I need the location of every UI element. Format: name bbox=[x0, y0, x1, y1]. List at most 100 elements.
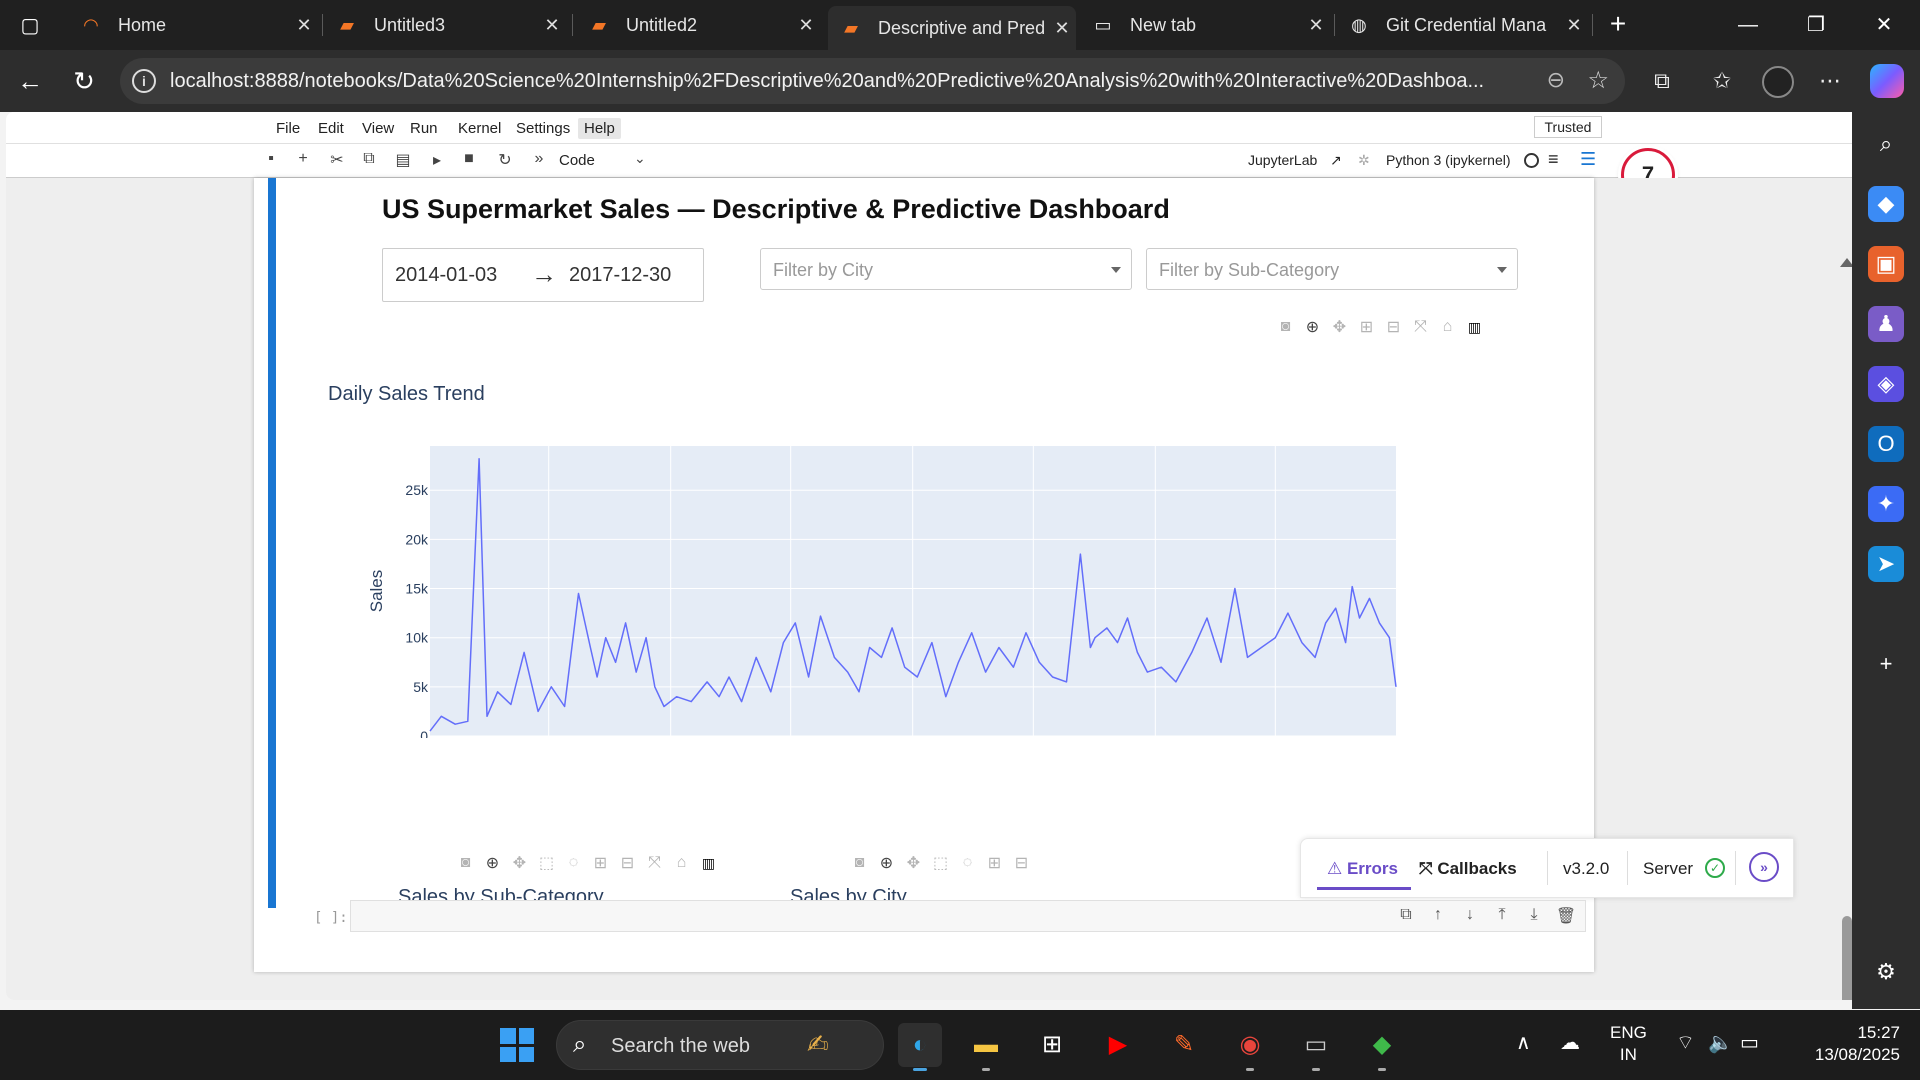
delete-cell-icon[interactable]: 🗑 bbox=[1554, 906, 1578, 926]
url-text[interactable]: localhost:8888/notebooks/Data%20Science%… bbox=[170, 70, 1640, 93]
fast-forward-icon[interactable]: » bbox=[528, 150, 550, 168]
menu-run[interactable]: Run bbox=[404, 118, 444, 139]
autoscale-icon[interactable]: ⤧ bbox=[1407, 318, 1434, 336]
input-language[interactable]: ENG IN bbox=[1610, 1022, 1647, 1066]
close-tab-icon[interactable]: ✕ bbox=[290, 15, 318, 36]
copilot-icon[interactable] bbox=[1870, 64, 1904, 98]
back-icon[interactable]: ← bbox=[12, 64, 48, 98]
pen-app-icon[interactable]: ✎ bbox=[1162, 1023, 1206, 1067]
favorites-icon[interactable]: ✩ bbox=[1704, 64, 1740, 98]
refresh-icon[interactable]: ↻ bbox=[66, 64, 102, 98]
start-date-input[interactable]: 2014-01-03 bbox=[395, 264, 497, 287]
zoom-in-icon[interactable]: ⊞ bbox=[587, 853, 614, 873]
zoom-icon[interactable]: ⊕ bbox=[1299, 317, 1326, 337]
tab-untitled2[interactable]: ▰ Untitled2 ✕ bbox=[576, 6, 820, 44]
search-icon[interactable]: ⌕ bbox=[1868, 126, 1904, 162]
system-clock[interactable]: 15:27 13/08/2025 bbox=[1792, 1022, 1900, 1066]
page-scroll-up-icon[interactable] bbox=[1840, 258, 1852, 267]
menu-edit[interactable]: Edit bbox=[312, 118, 350, 139]
site-info-icon[interactable]: i bbox=[132, 69, 156, 93]
extensions-icon[interactable]: ⧉ bbox=[1644, 64, 1680, 98]
close-tab-icon[interactable]: ✕ bbox=[792, 15, 820, 36]
file-explorer-icon[interactable]: ▬ bbox=[964, 1023, 1008, 1067]
more-options-icon[interactable]: ⋯ bbox=[1812, 64, 1848, 98]
close-tab-icon[interactable]: ✕ bbox=[1048, 18, 1076, 39]
pan-icon[interactable]: ✥ bbox=[900, 853, 927, 873]
outlook-icon[interactable]: O bbox=[1868, 426, 1904, 462]
cut-icon[interactable]: ✂ bbox=[326, 150, 348, 170]
restore-button[interactable]: ❐ bbox=[1786, 8, 1846, 42]
move-up-icon[interactable]: ↑ bbox=[1426, 906, 1450, 924]
menu-help[interactable]: Help bbox=[578, 118, 621, 139]
insert-above-icon[interactable]: ⤒ bbox=[1490, 906, 1514, 924]
designer-icon[interactable]: ✦ bbox=[1868, 486, 1904, 522]
volume-icon[interactable]: 🔈 bbox=[1708, 1030, 1733, 1055]
insert-below-icon[interactable]: ⤓ bbox=[1522, 906, 1546, 924]
minimize-button[interactable]: — bbox=[1718, 8, 1778, 42]
camera-icon[interactable]: ◙ bbox=[846, 854, 873, 872]
address-bar[interactable]: i localhost:8888/notebooks/Data%20Scienc… bbox=[120, 58, 1625, 104]
restart-icon[interactable]: ↻ bbox=[494, 150, 516, 170]
battery-icon[interactable]: ▭ bbox=[1740, 1030, 1759, 1055]
list-icon[interactable]: ≡ bbox=[1548, 149, 1559, 170]
copy-icon[interactable]: ⧉ bbox=[358, 150, 380, 168]
tab-actions-icon[interactable]: ▢ bbox=[10, 9, 50, 41]
lasso-icon[interactable]: ◌ bbox=[954, 854, 981, 872]
zoom-out-icon[interactable]: ⊟ bbox=[614, 853, 641, 873]
box-select-icon[interactable]: ⬚ bbox=[533, 853, 560, 873]
show-hidden-icons-icon[interactable]: ∧ bbox=[1516, 1030, 1531, 1055]
jupyterlab-link[interactable]: JupyterLab bbox=[1248, 152, 1317, 168]
pan-icon[interactable]: ✥ bbox=[506, 853, 533, 873]
autoscale-icon[interactable]: ⤧ bbox=[641, 854, 668, 872]
close-tab-icon[interactable]: ✕ bbox=[1560, 15, 1588, 36]
move-down-icon[interactable]: ↓ bbox=[1458, 906, 1482, 924]
telegram-send-icon[interactable]: ➤ bbox=[1868, 546, 1904, 582]
wifi-icon[interactable]: ⌔ bbox=[1676, 1030, 1695, 1055]
zoom-icon[interactable]: ⊖ bbox=[1547, 67, 1565, 93]
chrome-icon[interactable]: ◉ bbox=[1228, 1023, 1272, 1067]
date-range-picker[interactable]: 2014-01-03 → 2017-12-30 bbox=[382, 248, 704, 302]
plotly-logo-icon[interactable]: ▥ bbox=[695, 855, 722, 872]
callbacks-tab[interactable]: ⤧ Callbacks bbox=[1419, 859, 1517, 879]
end-date-input[interactable]: 2017-12-30 bbox=[569, 264, 671, 287]
terminal-icon[interactable]: ▭ bbox=[1294, 1023, 1338, 1067]
zoom-in-icon[interactable]: ⊞ bbox=[981, 853, 1008, 873]
toc-icon[interactable]: ☰ bbox=[1580, 149, 1596, 170]
chevron-down-icon[interactable]: ⌄ bbox=[634, 150, 646, 167]
zoom-in-icon[interactable]: ⊞ bbox=[1353, 317, 1380, 337]
tab-home[interactable]: ◠ Home ✕ bbox=[68, 6, 318, 44]
cell-type-select[interactable]: Code bbox=[559, 152, 595, 169]
git-app-icon[interactable]: ◆ bbox=[1360, 1023, 1404, 1067]
shopping-tag-icon[interactable]: ◆ bbox=[1868, 186, 1904, 222]
copilot-sidebar-icon[interactable]: ◈ bbox=[1868, 366, 1904, 402]
close-window-button[interactable]: ✕ bbox=[1854, 8, 1914, 42]
subcategory-filter-dropdown[interactable]: Filter by Sub-Category bbox=[1146, 248, 1518, 290]
menu-view[interactable]: View bbox=[356, 118, 400, 139]
close-tab-icon[interactable]: ✕ bbox=[1302, 15, 1330, 36]
zoom-out-icon[interactable]: ⊟ bbox=[1380, 317, 1407, 337]
tab-git-credential[interactable]: ◍ Git Credential Mana ✕ bbox=[1336, 6, 1588, 44]
pan-icon[interactable]: ✥ bbox=[1326, 317, 1353, 337]
tools-briefcase-icon[interactable]: ▣ bbox=[1868, 246, 1904, 282]
reset-axes-icon[interactable]: ⌂ bbox=[668, 854, 695, 872]
edge-app-icon[interactable]: ◐ bbox=[898, 1023, 942, 1067]
lasso-icon[interactable]: ◌ bbox=[560, 854, 587, 872]
tab-untitled3[interactable]: ▰ Untitled3 ✕ bbox=[324, 6, 566, 44]
menu-settings[interactable]: Settings bbox=[510, 118, 576, 139]
kernel-name[interactable]: Python 3 (ipykernel) bbox=[1386, 152, 1511, 168]
errors-tab[interactable]: ⚠ Errors bbox=[1327, 859, 1398, 879]
run-icon[interactable]: ▸ bbox=[426, 150, 448, 170]
add-sidebar-app-icon[interactable]: + bbox=[1868, 646, 1904, 682]
camera-icon[interactable]: ◙ bbox=[452, 854, 479, 872]
duplicate-cell-icon[interactable]: ⧉ bbox=[1394, 906, 1418, 924]
start-button[interactable] bbox=[500, 1028, 534, 1062]
tab-new-tab[interactable]: ▭ New tab ✕ bbox=[1080, 6, 1330, 44]
reset-axes-icon[interactable]: ⌂ bbox=[1434, 318, 1461, 336]
menu-file[interactable]: File bbox=[270, 118, 306, 139]
collapse-debug-icon[interactable]: » bbox=[1749, 852, 1779, 882]
stop-icon[interactable]: ■ bbox=[458, 150, 480, 168]
add-cell-icon[interactable]: + bbox=[292, 150, 314, 168]
youtube-icon[interactable]: ▶ bbox=[1096, 1023, 1140, 1067]
microsoft-store-icon[interactable]: ⊞ bbox=[1030, 1023, 1074, 1067]
save-icon[interactable]: ▪ bbox=[260, 150, 282, 168]
